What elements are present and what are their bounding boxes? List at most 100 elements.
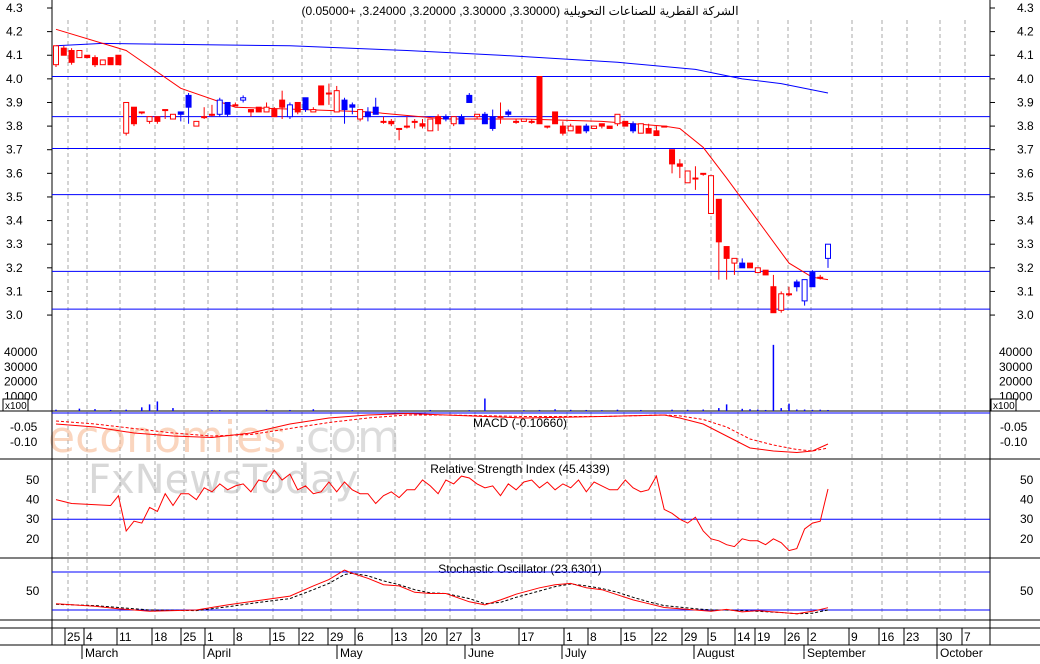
day-label: 25 <box>67 630 81 644</box>
month-label: September <box>807 646 866 659</box>
day-label: 29 <box>330 630 344 644</box>
candle-body <box>513 120 520 123</box>
candlestick <box>552 111 559 125</box>
candle-body <box>53 45 59 66</box>
price-tick-right: 4.1 <box>1017 48 1034 62</box>
candlestick <box>544 125 551 129</box>
candlestick <box>224 101 231 117</box>
candlestick <box>286 102 293 120</box>
candlestick <box>770 274 777 314</box>
candle-body <box>177 111 184 115</box>
candle-body <box>169 113 176 120</box>
candle-body <box>637 123 644 134</box>
day-label: 16 <box>881 630 895 644</box>
month-label: August <box>697 646 735 659</box>
candlestick <box>825 243 831 268</box>
volume-unit-label: x100 <box>993 401 1015 412</box>
price-tick-right: 4.0 <box>1017 72 1034 86</box>
day-label: 29 <box>684 630 698 644</box>
candle-body <box>661 125 668 128</box>
candlestick <box>559 121 566 136</box>
candle-body <box>591 125 598 129</box>
price-tick-left: 3.0 <box>6 308 23 322</box>
candle-body <box>286 104 293 118</box>
candle-body <box>240 97 247 101</box>
candle-body <box>388 120 395 125</box>
candlestick <box>76 50 83 59</box>
candle-body <box>458 116 465 125</box>
candle-body <box>294 101 301 113</box>
price-tick-left: 3.4 <box>6 214 23 228</box>
candle-body <box>318 85 325 106</box>
volume-tick-left: 30000 <box>4 360 38 374</box>
candle-body <box>700 172 707 175</box>
candle-body <box>403 125 410 128</box>
rsi-tick-right: 50 <box>1020 473 1034 487</box>
month-label: July <box>565 646 586 659</box>
day-label: 23 <box>906 630 920 644</box>
stochastic-tick-right: 50 <box>1020 584 1034 598</box>
candlestick <box>302 97 309 112</box>
watermark-economies: economies <box>48 412 286 463</box>
candle-body <box>185 94 192 108</box>
candle-body <box>364 111 371 118</box>
candlestick <box>201 107 208 120</box>
candlestick <box>809 270 816 288</box>
candlestick <box>130 106 137 127</box>
price-tick-right: 3.6 <box>1017 166 1034 180</box>
candlestick <box>739 258 746 269</box>
macd-tick-left: -0.10 <box>10 435 38 449</box>
candlestick <box>380 116 387 124</box>
candle-body <box>622 120 629 127</box>
candle-body <box>263 106 270 113</box>
candle-body <box>193 120 200 127</box>
candlestick <box>333 85 340 113</box>
candlestick <box>154 116 161 124</box>
candlestick <box>684 170 691 184</box>
candlestick <box>310 107 317 113</box>
candle-body <box>146 116 153 122</box>
candle-body <box>201 116 208 119</box>
candle-body <box>731 257 738 264</box>
candlestick <box>349 102 356 115</box>
candle-body <box>130 106 137 125</box>
day-label: 26 <box>787 630 801 644</box>
price-tick-left: 3.6 <box>6 166 23 180</box>
candlestick <box>786 286 793 297</box>
volume-tick-right: 20000 <box>999 375 1033 389</box>
candle-body <box>809 272 816 288</box>
day-label: 19 <box>757 630 771 644</box>
candle-body <box>466 94 473 103</box>
candle-body <box>247 109 254 113</box>
price-tick-right: 3.0 <box>1017 308 1034 322</box>
day-label: 30 <box>939 630 953 644</box>
day-label: 2 <box>810 630 817 644</box>
price-tick-left: 3.1 <box>6 284 23 298</box>
price-tick-right: 3.8 <box>1017 119 1034 133</box>
rsi-tick-left: 50 <box>26 473 40 487</box>
candle-body <box>559 125 566 134</box>
candlestick <box>591 125 598 129</box>
day-label: 1 <box>207 630 214 644</box>
watermark-fxnewstoday: FxNewsToday <box>88 457 358 503</box>
rsi-title: Relative Strength Index (45.4339) <box>430 462 609 476</box>
candle-body <box>232 104 239 107</box>
candlestick <box>481 111 488 125</box>
candlestick <box>497 102 504 124</box>
rsi-tick-right: 40 <box>1020 493 1034 507</box>
month-label: April <box>207 646 231 659</box>
candle-body <box>302 97 309 111</box>
candlestick <box>489 109 496 131</box>
candle-body <box>653 130 660 137</box>
candle-body <box>107 57 114 66</box>
candle-body <box>208 113 215 116</box>
candle-body <box>123 101 130 134</box>
candlestick <box>68 48 75 65</box>
candlestick <box>396 127 403 141</box>
volume-tick-left: 20000 <box>4 375 38 389</box>
candle-body <box>325 92 332 95</box>
stochastic-title: Stochastic Oscillator (23.6301) <box>438 562 601 576</box>
candle-body <box>505 111 512 115</box>
volume-unit-label: x100 <box>5 401 27 412</box>
candlestick <box>123 101 130 136</box>
